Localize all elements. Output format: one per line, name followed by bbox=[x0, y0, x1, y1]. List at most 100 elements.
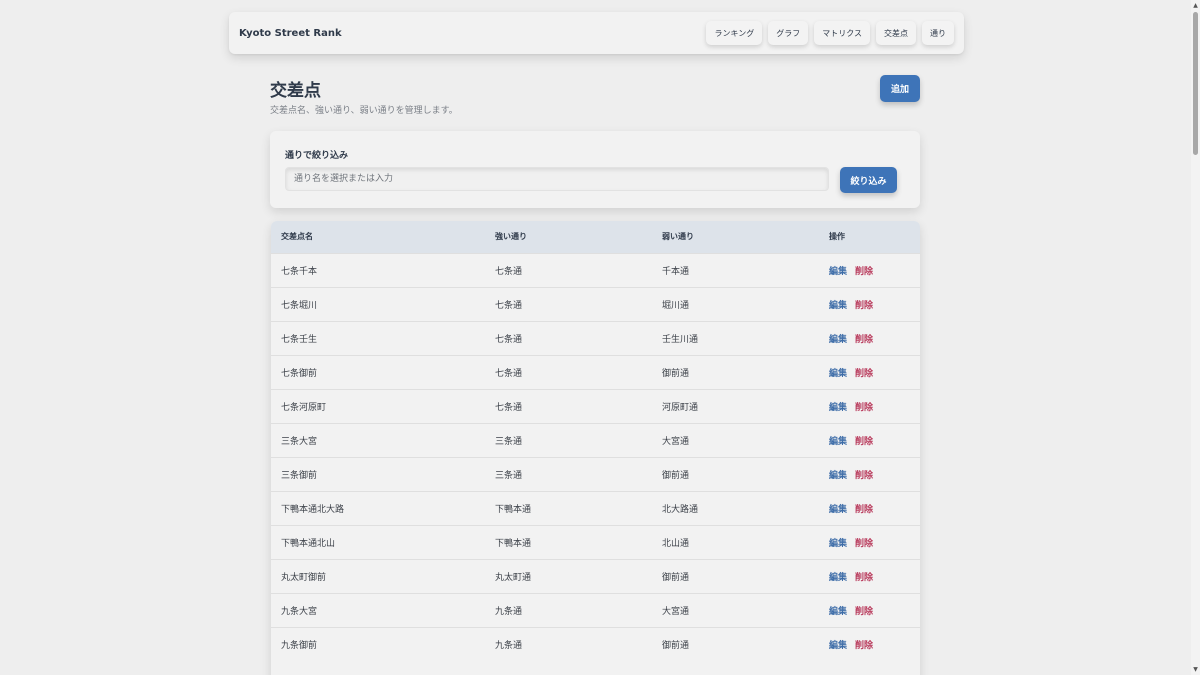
delete-button[interactable]: 削除 bbox=[855, 264, 873, 277]
delete-button[interactable]: 削除 bbox=[855, 536, 873, 549]
edit-button[interactable]: 編集 bbox=[829, 332, 847, 345]
cell-strong-street: 七条通 bbox=[495, 266, 523, 277]
delete-button[interactable]: 削除 bbox=[855, 468, 873, 481]
nav-link-graph[interactable]: グラフ bbox=[768, 21, 809, 45]
edit-button[interactable]: 編集 bbox=[829, 468, 847, 481]
page-title: 交差点 bbox=[270, 81, 321, 101]
table-row: 三条大宮 三条通 大宮通 編集 削除 bbox=[271, 423, 920, 457]
nav-link-streets[interactable]: 通り bbox=[922, 21, 954, 45]
table-row: 九条大宮 九条通 大宮通 編集 削除 bbox=[271, 593, 920, 627]
cell-intersection-name: 七条壬生 bbox=[281, 334, 318, 345]
edit-button[interactable]: 編集 bbox=[829, 604, 847, 617]
edit-button[interactable]: 編集 bbox=[829, 536, 847, 549]
table-row: 七条御前 七条通 御前通 編集 削除 bbox=[271, 355, 920, 389]
cell-intersection-name: 七条御前 bbox=[281, 368, 318, 379]
cell-actions: 編集 削除 bbox=[819, 593, 920, 627]
filter-label: 通りで絞り込み bbox=[285, 151, 349, 161]
cell-strong-street: 九条通 bbox=[495, 640, 523, 651]
cell-weak-street: 大宮通 bbox=[662, 436, 690, 447]
cell-weak-street: 大宮通 bbox=[662, 606, 690, 617]
cell-weak-street: 御前通 bbox=[662, 572, 690, 583]
edit-button[interactable]: 編集 bbox=[829, 264, 847, 277]
edit-button[interactable]: 編集 bbox=[829, 366, 847, 379]
cell-strong-street: 丸太町通 bbox=[495, 572, 532, 583]
delete-button[interactable]: 削除 bbox=[855, 604, 873, 617]
page-subtitle: 交差点名、強い通り、弱い通りを管理します。 bbox=[270, 106, 458, 116]
column-header-weak: 弱い通り bbox=[662, 232, 694, 242]
filter-card: 通りで絞り込み 絞り込み bbox=[270, 131, 920, 208]
intersections-table-card: 交差点名 強い通り 弱い通り 操作 七条千本 七条通 千本通 編集 削除 七条堀川 七条通堀… bbox=[271, 221, 920, 675]
filter-button[interactable]: 絞り込み bbox=[840, 167, 897, 193]
cell-intersection-name: 下鴨本通北大路 bbox=[281, 504, 345, 515]
cell-strong-street: 七条通 bbox=[495, 334, 523, 345]
cell-intersection-name: 七条河原町 bbox=[281, 402, 327, 413]
delete-button[interactable]: 削除 bbox=[855, 298, 873, 311]
delete-button[interactable]: 削除 bbox=[855, 502, 873, 515]
nav-link-intersections[interactable]: 交差点 bbox=[876, 21, 916, 45]
delete-button[interactable]: 削除 bbox=[855, 434, 873, 447]
cell-actions: 編集 削除 bbox=[819, 355, 920, 389]
table-row: 下鴨本通北大路 下鴨本通 北大路通 編集 削除 bbox=[271, 491, 920, 525]
intersections-table: 交差点名 強い通り 弱い通り 操作 七条千本 七条通 千本通 編集 削除 七条堀川 七条通堀… bbox=[271, 221, 920, 661]
cell-intersection-name: 九条大宮 bbox=[281, 606, 318, 617]
cell-strong-street: 三条通 bbox=[495, 470, 523, 481]
cell-strong-street: 九条通 bbox=[495, 606, 523, 617]
edit-button[interactable]: 編集 bbox=[829, 400, 847, 413]
cell-actions: 編集 削除 bbox=[819, 287, 920, 321]
cell-actions: 編集 削除 bbox=[819, 423, 920, 457]
cell-weak-street: 河原町通 bbox=[662, 402, 699, 413]
table-row: 七条千本 七条通 千本通 編集 削除 bbox=[271, 253, 920, 287]
street-filter-input[interactable] bbox=[285, 167, 829, 191]
table-row: 三条御前 三条通 御前通 編集 削除 bbox=[271, 457, 920, 491]
cell-actions: 編集 削除 bbox=[819, 525, 920, 559]
cell-intersection-name: 七条千本 bbox=[281, 266, 318, 277]
cell-strong-street: 下鴨本通 bbox=[495, 538, 532, 549]
cell-weak-street: 北大路通 bbox=[662, 504, 699, 515]
edit-button[interactable]: 編集 bbox=[829, 502, 847, 515]
cell-actions: 編集 削除 bbox=[819, 627, 920, 661]
nav-links: ランキング グラフ マトリクス 交差点 通り bbox=[706, 21, 954, 45]
table-body: 七条千本 七条通 千本通 編集 削除 七条堀川 七条通 堀川通 編集 削除 七条壬生 七条通 壬生川通編… bbox=[271, 253, 920, 661]
cell-weak-street: 御前通 bbox=[662, 640, 690, 651]
cell-weak-street: 千本通 bbox=[662, 266, 690, 277]
scrollbar-thumb[interactable] bbox=[1193, 12, 1198, 155]
page: Kyoto Street Rank ランキング グラフ マトリクス 交差点 通り… bbox=[0, 0, 1200, 675]
table-row: 丸太町御前 丸太町通 御前通 編集 削除 bbox=[271, 559, 920, 593]
edit-button[interactable]: 編集 bbox=[829, 570, 847, 583]
cell-actions: 編集 削除 bbox=[819, 559, 920, 593]
delete-button[interactable]: 削除 bbox=[855, 366, 873, 379]
cell-weak-street: 北山通 bbox=[662, 538, 690, 549]
scroll-up-arrow-icon[interactable]: ▲ bbox=[1191, 1, 1200, 10]
delete-button[interactable]: 削除 bbox=[855, 570, 873, 583]
cell-strong-street: 七条通 bbox=[495, 368, 523, 379]
cell-actions: 編集 削除 bbox=[819, 321, 920, 355]
scroll-down-arrow-icon[interactable]: ▼ bbox=[1191, 665, 1200, 674]
cell-intersection-name: 三条御前 bbox=[281, 470, 318, 481]
cell-intersection-name: 九条御前 bbox=[281, 640, 318, 651]
cell-intersection-name: 下鴨本通北山 bbox=[281, 538, 336, 549]
edit-button[interactable]: 編集 bbox=[829, 298, 847, 311]
delete-button[interactable]: 削除 bbox=[855, 332, 873, 345]
cell-intersection-name: 三条大宮 bbox=[281, 436, 318, 447]
brand-title[interactable]: Kyoto Street Rank bbox=[239, 28, 342, 39]
cell-weak-street: 御前通 bbox=[662, 368, 690, 379]
cell-weak-street: 堀川通 bbox=[662, 300, 690, 311]
edit-button[interactable]: 編集 bbox=[829, 434, 847, 447]
table-row: 七条壬生 七条通 壬生川通 編集 削除 bbox=[271, 321, 920, 355]
cell-actions: 編集 削除 bbox=[819, 253, 920, 287]
delete-button[interactable]: 削除 bbox=[855, 638, 873, 651]
cell-intersection-name: 七条堀川 bbox=[281, 300, 318, 311]
edit-button[interactable]: 編集 bbox=[829, 638, 847, 651]
nav-link-ranking[interactable]: ランキング bbox=[706, 21, 763, 45]
table-row: 七条堀川 七条通 堀川通 編集 削除 bbox=[271, 287, 920, 321]
column-header-name: 交差点名 bbox=[281, 232, 313, 242]
cell-actions: 編集 削除 bbox=[819, 457, 920, 491]
delete-button[interactable]: 削除 bbox=[855, 400, 873, 413]
table-row: 下鴨本通北山 下鴨本通 北山通 編集 削除 bbox=[271, 525, 920, 559]
cell-intersection-name: 丸太町御前 bbox=[281, 572, 327, 583]
cell-strong-street: 三条通 bbox=[495, 436, 523, 447]
cell-strong-street: 下鴨本通 bbox=[495, 504, 532, 515]
vertical-scrollbar[interactable]: ▲ ▼ bbox=[1191, 0, 1200, 675]
nav-link-matrix[interactable]: マトリクス bbox=[814, 21, 870, 45]
add-button[interactable]: 追加 bbox=[880, 75, 920, 102]
